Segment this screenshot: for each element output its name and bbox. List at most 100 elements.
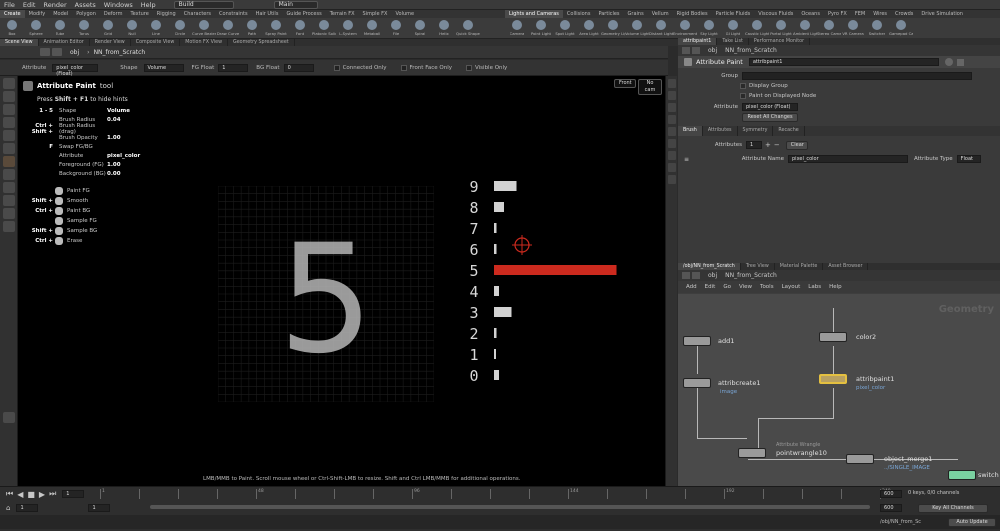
node-attribpaint1[interactable] (819, 374, 847, 384)
param-sub-tab[interactable]: Attributes (703, 126, 738, 136)
display-option-icon[interactable] (667, 79, 676, 88)
shelf-tool[interactable]: Spiral (408, 18, 432, 38)
shelf-tab[interactable]: Pyro FX (824, 10, 851, 18)
front-face-only-checkbox[interactable] (400, 64, 407, 71)
normals-icon[interactable] (667, 151, 676, 160)
net-path-obj[interactable]: obj (708, 272, 717, 279)
pane-tab[interactable]: Material Palette (775, 263, 824, 270)
select-tool-icon[interactable] (2, 78, 15, 89)
jump-end-icon[interactable]: ⏭ (49, 489, 56, 499)
pane-tab[interactable]: Tree View (741, 263, 775, 270)
handle-tool-icon[interactable] (2, 130, 15, 141)
attribute-select[interactable]: pixel_color (Float) (52, 63, 99, 77)
lock-icon[interactable] (2, 195, 15, 206)
range-end-field[interactable]: 600 (880, 504, 902, 512)
shelf-tool[interactable]: Box (0, 18, 24, 38)
help-icon[interactable] (956, 58, 964, 66)
shelf-tab[interactable]: Create (0, 10, 25, 18)
shelf-tool[interactable]: Font (288, 18, 312, 38)
shelf-tool[interactable]: Sphere (24, 18, 48, 38)
network-menu-item[interactable]: Layout (782, 284, 801, 290)
shelf-tool[interactable]: Metaball (360, 18, 384, 38)
shelf-tool[interactable]: Stereo Camera (817, 18, 841, 38)
shelf-tool[interactable]: VR Camera (841, 18, 865, 38)
shelf-tab[interactable]: Oceans (797, 10, 824, 18)
network-menu-item[interactable]: Go (723, 284, 731, 290)
camera-view-button[interactable]: Front (614, 79, 636, 88)
shelf-tool[interactable]: Environment Light (673, 18, 697, 38)
pane-tab[interactable]: attribpaint1 (678, 38, 718, 45)
pane-tab[interactable]: Take List (717, 38, 749, 45)
remove-instance-icon[interactable]: ≡ (684, 156, 694, 163)
shelf-tool[interactable]: Curve Bezier (192, 18, 216, 38)
shelf-tab[interactable]: Model (49, 10, 72, 18)
shelf-tool[interactable]: File (384, 18, 408, 38)
point-numbers-icon[interactable] (667, 139, 676, 148)
fg-float-field[interactable]: 1 (218, 63, 249, 72)
move-tool-icon[interactable] (2, 91, 15, 102)
pane-tab[interactable]: Motion FX View (180, 39, 228, 46)
paint-grid[interactable]: 5 (218, 186, 434, 402)
shelf-tab[interactable]: Crowds (891, 10, 917, 18)
range-slider[interactable] (150, 505, 870, 509)
path-obj[interactable]: obj (70, 49, 79, 56)
desktop-dropdown[interactable]: Main (273, 0, 318, 9)
network-menu-item[interactable]: View (739, 284, 752, 290)
forward-arrow-icon[interactable] (692, 272, 700, 279)
node-name-field[interactable]: attribpaint1 (748, 58, 939, 66)
network-menu-item[interactable]: Edit (705, 284, 716, 290)
network-canvas[interactable]: Geometry add1 color2 attribcreate1 image… (678, 294, 1000, 486)
pane-tab[interactable]: Composite View (131, 39, 181, 46)
camera-icon[interactable] (667, 163, 676, 172)
shelf-tool[interactable]: Platonic Solids (312, 18, 336, 38)
shelf-tool[interactable]: Switcher (865, 18, 889, 38)
shelf-tool[interactable]: Ambient Light (793, 18, 817, 38)
path-node[interactable]: NN_from_Scratch (94, 49, 146, 56)
shelf-tab[interactable]: Modify (25, 10, 50, 18)
background-icon[interactable] (667, 127, 676, 136)
shelf-tab[interactable]: Terrain FX (326, 10, 359, 18)
display-group-checkbox[interactable] (740, 83, 746, 89)
back-arrow-icon[interactable] (40, 48, 50, 56)
shelf-tool[interactable]: Camera (505, 18, 529, 38)
end-frame-field[interactable]: 600 (880, 490, 902, 498)
play-icon[interactable]: ▶ (39, 490, 45, 499)
pane-tab[interactable]: Render View (90, 39, 131, 46)
settings-icon[interactable] (2, 412, 15, 423)
shelf-tab[interactable]: Polygon (72, 10, 100, 18)
shelf-tab[interactable]: Simple FX (359, 10, 392, 18)
start-frame-field[interactable]: 1 (16, 504, 39, 512)
group-field[interactable] (742, 71, 972, 80)
param-sub-tab[interactable]: Brush (678, 126, 703, 136)
key-all-channels-button[interactable]: Key All Channels (918, 504, 988, 513)
connected-only-checkbox[interactable] (333, 64, 340, 71)
ghost-icon[interactable] (667, 175, 676, 184)
attributes-count-field[interactable]: 1 (746, 141, 762, 149)
param-sub-tab[interactable]: Symmetry (738, 126, 774, 136)
back-arrow-icon[interactable] (682, 272, 690, 279)
range-start-field[interactable]: 1 (88, 504, 111, 512)
shelf-tab[interactable]: Rigging (153, 10, 180, 18)
realtime-toggle-icon[interactable]: ⌂ (6, 504, 10, 512)
current-frame-field[interactable]: 1 (62, 490, 85, 498)
network-menu-item[interactable]: Help (829, 284, 842, 290)
menu-render[interactable]: Render (39, 0, 70, 10)
shelf-tool[interactable]: Sky Light (697, 18, 721, 38)
plus-icon[interactable]: + (765, 141, 771, 149)
shelf-tool[interactable]: Spray Paint (264, 18, 288, 38)
shelf-tool[interactable]: Volume Light (625, 18, 649, 38)
shelf-tab[interactable]: Wires (869, 10, 891, 18)
node-object-merge1[interactable] (846, 454, 874, 464)
pose-tool-icon[interactable] (2, 143, 15, 154)
minus-icon[interactable]: − (774, 141, 780, 149)
pane-tab[interactable]: Scene View (0, 39, 39, 46)
auto-update-button[interactable]: Auto Update (948, 518, 996, 527)
network-menu-item[interactable]: Add (686, 284, 697, 290)
pane-tab[interactable]: Performance Monitor (749, 38, 811, 45)
rotate-tool-icon[interactable] (2, 104, 15, 115)
camera-select-button[interactable]: No cam (638, 79, 662, 95)
menu-windows[interactable]: Windows (100, 0, 137, 10)
shelf-tab[interactable]: Constraints (215, 10, 252, 18)
attribute-name-field[interactable]: pixel_color (788, 155, 908, 163)
pane-tab[interactable]: Geometry Spreadsheet (228, 39, 295, 46)
